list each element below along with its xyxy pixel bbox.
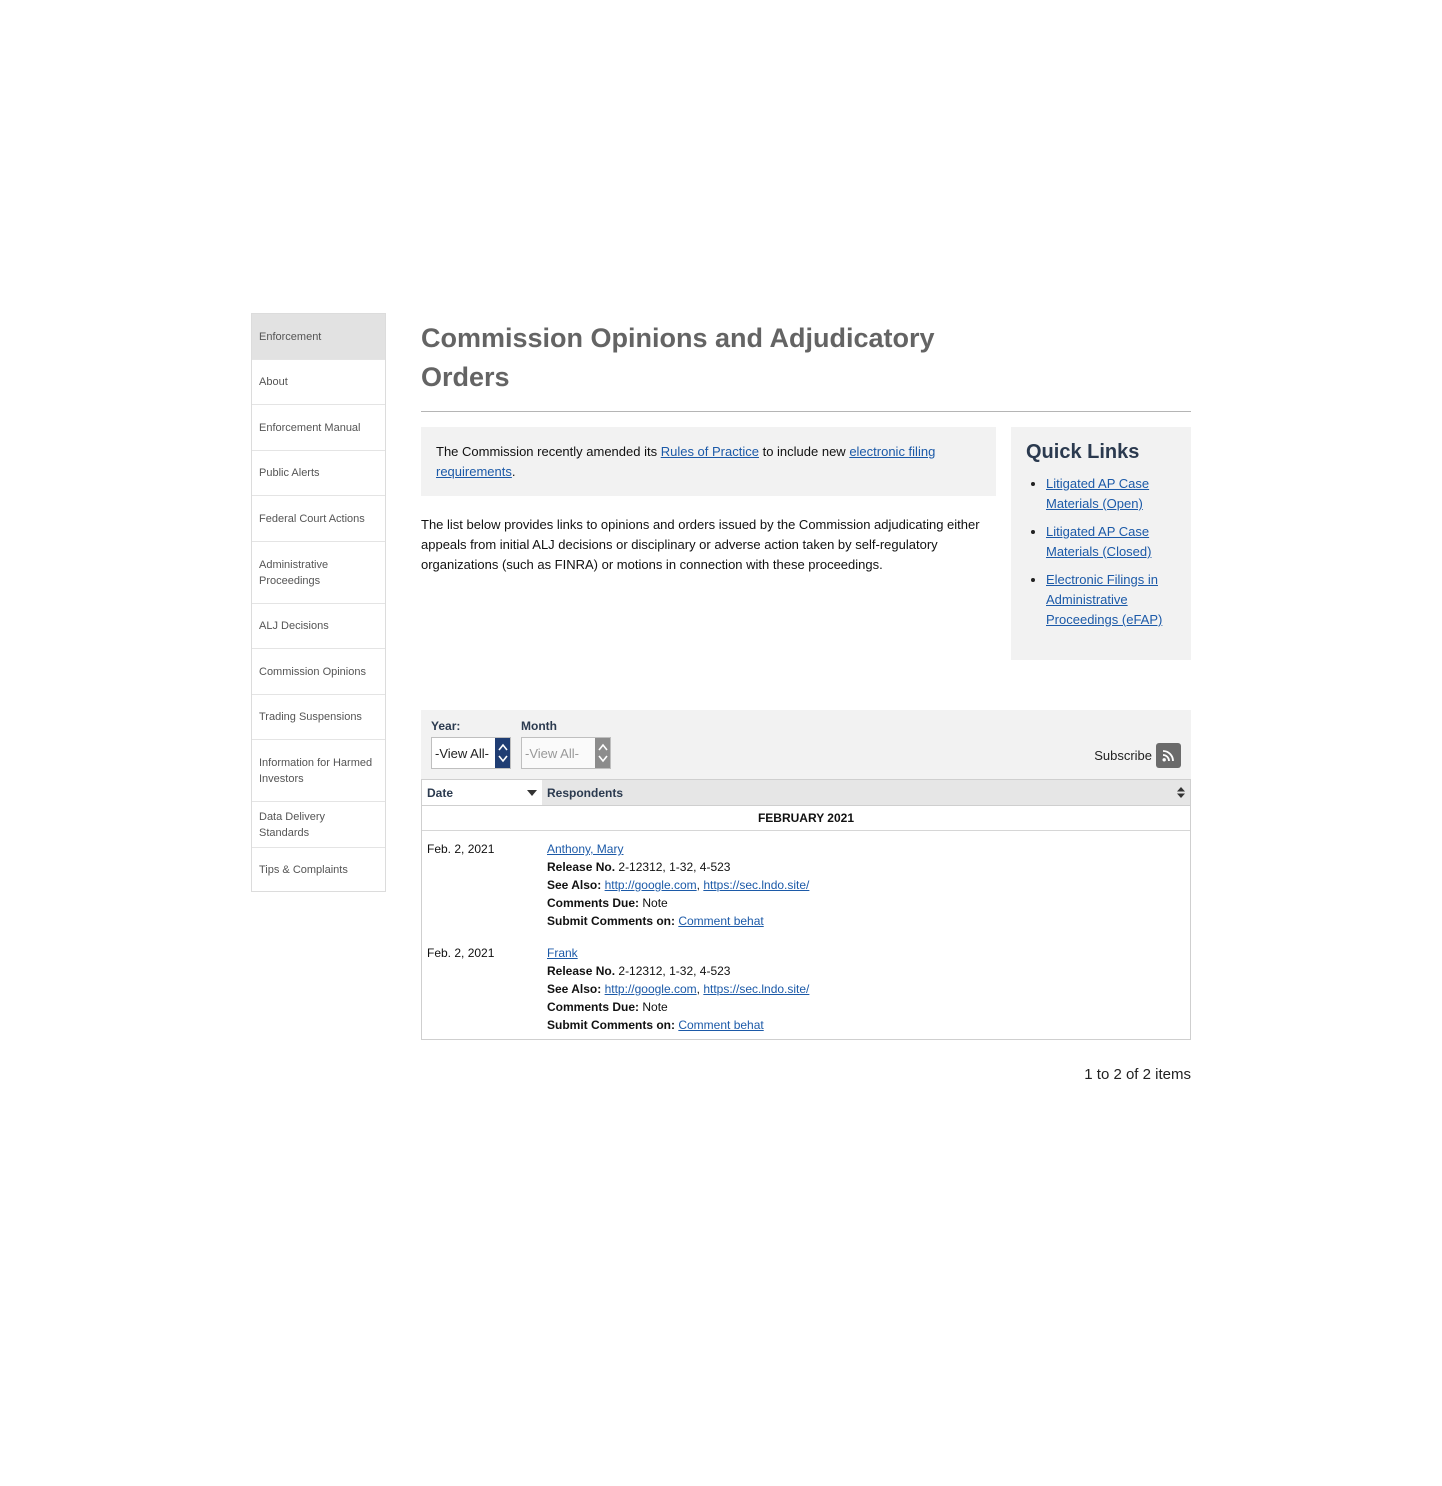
sidebar-item-label: Public Alerts xyxy=(259,467,320,479)
subscribe-label: Subscribe xyxy=(1094,748,1152,763)
respondent-link[interactable]: Frank xyxy=(547,946,578,960)
sidebar-item-label: Data Delivery Standards xyxy=(259,810,326,839)
subscribe-control[interactable]: Subscribe xyxy=(1094,743,1181,768)
sidebar-item-label: Information for Harmed Investors xyxy=(259,756,373,785)
title-divider xyxy=(421,411,1191,412)
quick-links-list: Litigated AP Case Materials (Open) Litig… xyxy=(1026,474,1176,630)
list-item: Litigated AP Case Materials (Closed) xyxy=(1046,522,1176,562)
sidebar-item-trading-suspensions[interactable]: Trading Suspensions xyxy=(252,694,385,739)
sidebar-item-tips-complaints[interactable]: Tips & Complaints xyxy=(252,847,385,891)
list-item: Electronic Filings in Administrative Pro… xyxy=(1046,570,1176,630)
sidebar-item-label: ALJ Decisions xyxy=(259,620,329,632)
see-also-link[interactable]: http://google.com xyxy=(605,878,697,892)
year-select[interactable]: -View All- xyxy=(431,737,511,769)
sort-icon xyxy=(1177,787,1185,798)
main-content: Commission Opinions and Adjudicatory Ord… xyxy=(421,313,1191,1083)
sidebar-item-public-alerts[interactable]: Public Alerts xyxy=(252,450,385,495)
release-number: 2-12312, 1-32, 4-523 xyxy=(618,860,731,874)
sort-desc-icon xyxy=(527,789,537,796)
group-header: FEBRUARY 2021 xyxy=(422,806,1190,831)
sidebar-item-harmed-investors[interactable]: Information for Harmed Investors xyxy=(252,739,385,801)
page-title: Commission Opinions and Adjudicatory Ord… xyxy=(421,323,935,392)
sidebar-item-enforcement[interactable]: Enforcement xyxy=(252,314,385,359)
quick-link-open-cases[interactable]: Litigated AP Case Materials (Open) xyxy=(1046,476,1149,511)
table-row: Feb. 2, 2021 Frank Release No. 2-12312, … xyxy=(422,935,1190,1039)
comments-due-label: Comments Due: xyxy=(547,896,640,910)
table-row: Feb. 2, 2021 Anthony, Mary Release No. 2… xyxy=(422,831,1190,935)
submit-comments-link[interactable]: Comment behat xyxy=(678,1018,763,1032)
respondent-link[interactable]: Anthony, Mary xyxy=(547,842,623,856)
date-column-header[interactable]: Date xyxy=(422,780,542,805)
quick-link-closed-cases[interactable]: Litigated AP Case Materials (Closed) xyxy=(1046,524,1151,559)
select-arrows-icon xyxy=(595,738,610,768)
filter-bar: Year: -View All- Month -View All- Subscr… xyxy=(421,710,1191,779)
month-select[interactable]: -View All- xyxy=(521,737,611,769)
notice-text: The Commission recently amended its xyxy=(436,444,661,459)
comments-due-value: Note xyxy=(642,1000,668,1014)
year-label: Year: xyxy=(431,719,461,733)
submit-comments-label: Submit Comments on: xyxy=(547,914,675,928)
release-label: Release No. xyxy=(547,860,616,874)
notice-text: . xyxy=(511,464,516,479)
sidebar-item-commission-opinions[interactable]: Commission Opinions xyxy=(252,648,385,694)
quick-links-title: Quick Links xyxy=(1026,441,1140,463)
comments-due-label: Comments Due: xyxy=(547,1000,640,1014)
sidebar-item-label: Enforcement xyxy=(259,330,322,343)
release-label: Release No. xyxy=(547,964,616,978)
sidebar-item-label: Federal Court Actions xyxy=(259,512,365,525)
select-arrows-icon xyxy=(495,738,510,768)
month-label: Month xyxy=(521,719,557,733)
year-select-value: -View All- xyxy=(435,745,489,761)
see-also-label: See Also: xyxy=(547,878,602,892)
notice-text: to include new xyxy=(758,444,850,459)
respondents-column-header[interactable]: Respondents xyxy=(542,780,1190,805)
sidebar-item-label: Tips & Complaints xyxy=(259,863,348,876)
sidebar-item-data-delivery-standards[interactable]: Data Delivery Standards xyxy=(252,801,385,847)
see-also-link[interactable]: https://sec.lndo.site/ xyxy=(703,982,809,996)
release-number: 2-12312, 1-32, 4-523 xyxy=(618,964,731,978)
row-details: Anthony, Mary Release No. 2-12312, 1-32,… xyxy=(547,842,810,928)
notice-box: The Commission recently amended its Rule… xyxy=(421,427,996,496)
month-select-value: -View All- xyxy=(525,745,579,761)
sidebar-item-label: Enforcement Manual xyxy=(259,421,361,434)
comments-due-value: Note xyxy=(642,896,668,910)
quick-links-panel: Quick Links Litigated AP Case Materials … xyxy=(1011,427,1191,660)
sidebar-item-about[interactable]: About xyxy=(252,359,385,404)
see-also-link[interactable]: https://sec.lndo.site/ xyxy=(703,878,809,892)
pagination-summary: 1 to 2 of 2 items xyxy=(1084,1066,1191,1083)
sidebar-item-federal-court-actions[interactable]: Federal Court Actions xyxy=(252,495,385,541)
row-date: Feb. 2, 2021 xyxy=(427,842,495,856)
respondents-header-label: Respondents xyxy=(547,785,624,800)
quick-link-efap[interactable]: Electronic Filings in Administrative Pro… xyxy=(1046,572,1162,627)
intro-paragraph: The list below provides links to opinion… xyxy=(421,517,980,572)
sidebar-item-label: Trading Suspensions xyxy=(259,711,362,723)
submit-comments-link[interactable]: Comment behat xyxy=(678,914,763,928)
sidebar-item-label: Commission Opinions xyxy=(259,665,366,678)
date-header-label: Date xyxy=(427,785,454,800)
table-header: Date Respondents xyxy=(422,780,1190,806)
sidebar-nav: Enforcement About Enforcement Manual Pub… xyxy=(251,313,386,892)
sidebar-item-enforcement-manual[interactable]: Enforcement Manual xyxy=(252,404,385,450)
rules-of-practice-link[interactable]: Rules of Practice xyxy=(661,444,759,459)
see-also-label: See Also: xyxy=(547,982,602,996)
rss-icon[interactable] xyxy=(1156,743,1181,768)
row-details: Frank Release No. 2-12312, 1-32, 4-523 S… xyxy=(547,946,810,1032)
sidebar-item-label: About xyxy=(259,376,288,388)
sidebar-item-label: Administrative Proceedings xyxy=(259,558,329,587)
opinions-table: Date Respondents FEBRUARY 2021 Feb. 2, 2… xyxy=(421,779,1191,1040)
see-also-link[interactable]: http://google.com xyxy=(605,982,697,996)
row-date: Feb. 2, 2021 xyxy=(427,946,495,960)
submit-comments-label: Submit Comments on: xyxy=(547,1018,675,1032)
sidebar-item-administrative-proceedings[interactable]: Administrative Proceedings xyxy=(252,541,385,603)
list-item: Litigated AP Case Materials (Open) xyxy=(1046,474,1176,514)
sidebar-item-alj-decisions[interactable]: ALJ Decisions xyxy=(252,603,385,648)
